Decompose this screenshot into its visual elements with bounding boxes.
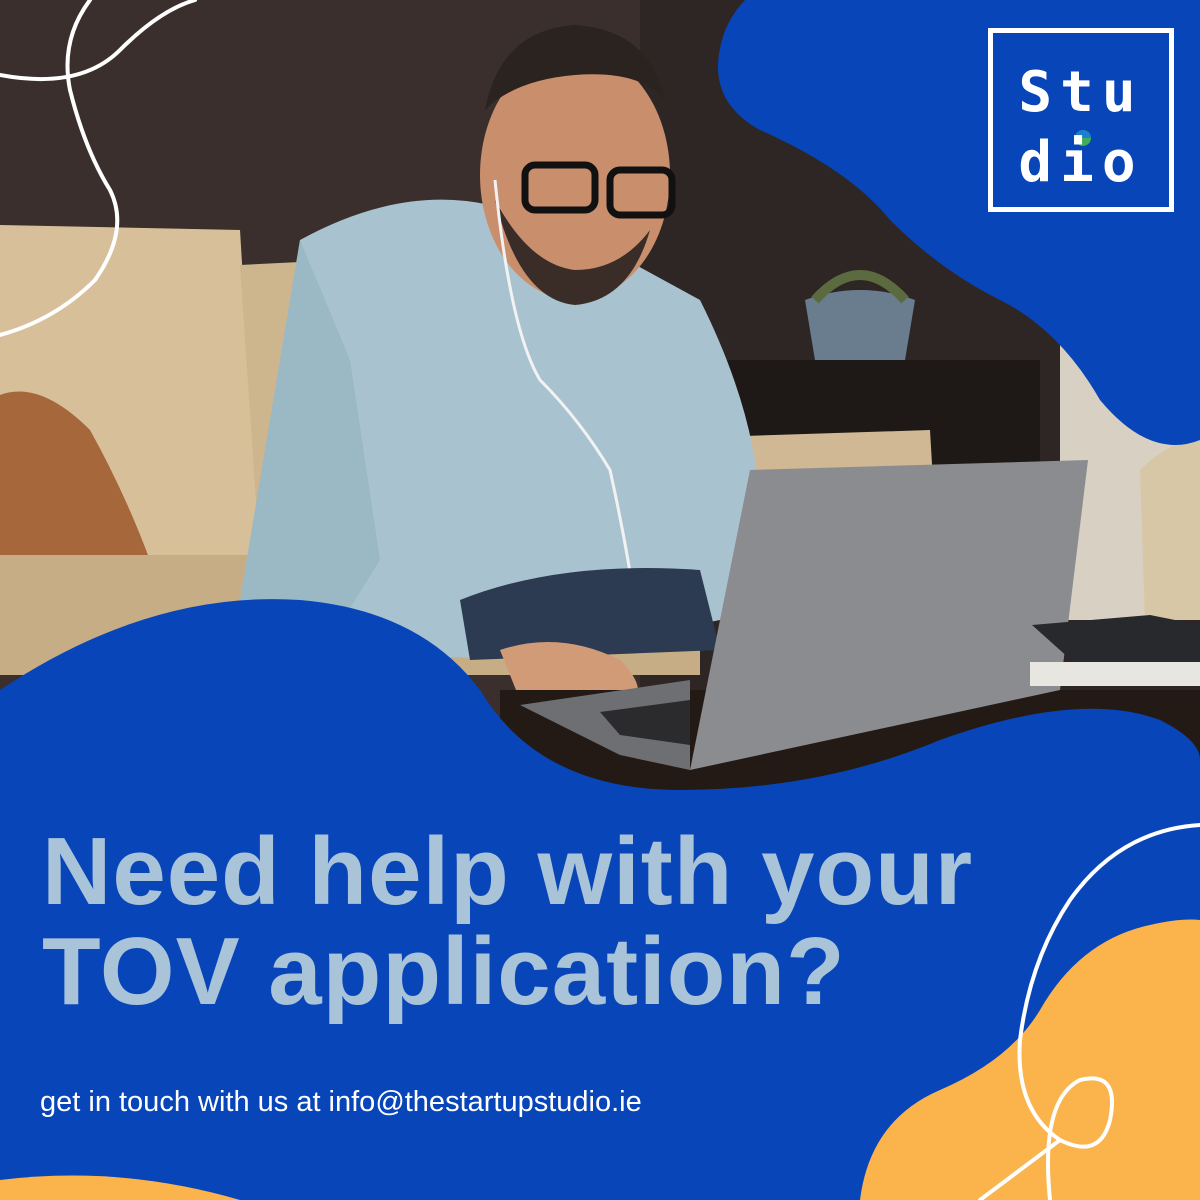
contact-text: get in touch with us at info@thestartups…: [40, 1086, 642, 1118]
logo-text-line2: dio: [1018, 130, 1144, 195]
headline-line2: TOV application?: [42, 918, 846, 1025]
headline: Need help with your TOV application?: [42, 822, 1162, 1022]
promo-banner: Stu dio Need help with your TOV applicat…: [0, 0, 1200, 1200]
studio-logo: Stu dio: [988, 28, 1174, 212]
headline-line1: Need help with your: [42, 818, 974, 925]
logo-text-line1: Stu: [1018, 60, 1144, 125]
